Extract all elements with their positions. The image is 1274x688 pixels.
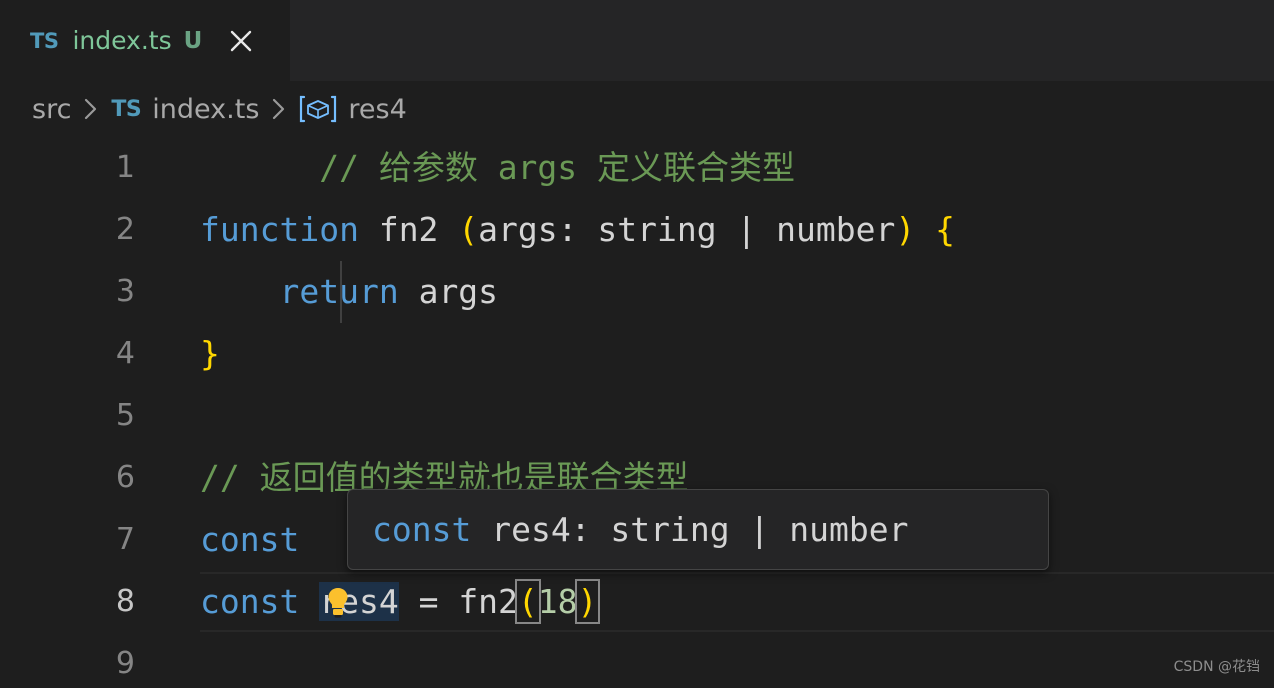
- tab-index-ts[interactable]: TS index.ts U: [0, 0, 290, 81]
- git-status-badge: U: [183, 27, 203, 54]
- code-editor[interactable]: 1 // 给参数 args 定义联合类型 2 function fn2 (arg…: [0, 137, 1274, 688]
- editor-tab-bar: TS index.ts U: [0, 0, 1274, 81]
- code-line-1[interactable]: 1 // 给参数 args 定义联合类型: [0, 137, 1274, 199]
- line-number: 2: [115, 212, 135, 247]
- tooltip-keyword: const: [372, 510, 472, 549]
- breadcrumb-item-src[interactable]: src: [32, 94, 71, 125]
- code-line-content[interactable]: function fn2 (args: string | number) {: [140, 199, 1274, 261]
- code-line-2[interactable]: 2 function fn2 (args: string | number) {: [0, 199, 1274, 261]
- open-paren-token: (: [458, 210, 479, 249]
- typescript-file-icon: TS: [111, 96, 142, 122]
- line-number: 8: [115, 584, 135, 619]
- watermark: CSDN @花铛: [1173, 659, 1260, 675]
- breadcrumb-item-res4[interactable]: res4: [299, 93, 407, 125]
- code-line-5[interactable]: 5: [0, 385, 1274, 447]
- function-call-token: fn2: [458, 582, 518, 621]
- code-line-3[interactable]: 3 return args: [0, 261, 1274, 323]
- close-icon[interactable]: [226, 26, 256, 56]
- identifier-token: args: [398, 272, 499, 311]
- keyword-token: function: [200, 210, 359, 249]
- assignment-operator: =: [398, 582, 459, 621]
- line-number: 5: [115, 398, 135, 433]
- code-line-4[interactable]: 4 }: [0, 323, 1274, 385]
- breadcrumb: src TS index.ts res4: [0, 81, 1274, 137]
- parameter-token: args: string | number: [478, 210, 896, 249]
- tooltip-type-signature: res4: string | number: [471, 510, 909, 549]
- matched-close-paren: ): [574, 579, 601, 624]
- indent-guide: [340, 261, 342, 323]
- line-number: 7: [115, 522, 135, 557]
- code-line-content[interactable]: return args: [140, 261, 1274, 323]
- breadcrumb-label-res4: res4: [348, 93, 407, 125]
- close-brace-token: }: [200, 334, 220, 373]
- number-literal-token: 18: [537, 582, 578, 621]
- variable-symbol-icon: [299, 94, 337, 124]
- hover-type-tooltip: const res4: string | number: [347, 489, 1049, 570]
- chevron-right-icon: [259, 96, 299, 122]
- breadcrumb-label-src: src: [32, 93, 72, 125]
- breadcrumb-label-index-ts: index.ts: [152, 93, 260, 125]
- line-number: 3: [115, 274, 135, 309]
- line-number: 6: [115, 460, 135, 495]
- code-line-9[interactable]: 9: [0, 633, 1274, 688]
- tab-label: index.ts: [72, 26, 172, 55]
- lightbulb-icon[interactable]: [202, 515, 348, 618]
- chevron-right-icon: [71, 96, 111, 122]
- line-number: 4: [115, 336, 135, 371]
- open-brace-token: {: [915, 210, 956, 249]
- breadcrumb-item-index-ts[interactable]: TS index.ts: [111, 94, 259, 125]
- close-paren-token: ): [895, 210, 916, 249]
- comment-token: // 给参数 args 定义联合类型: [319, 148, 796, 187]
- typescript-file-icon: TS: [30, 28, 59, 53]
- line-number: 1: [115, 150, 135, 185]
- code-line-8[interactable]: 8 const res4 = fn2(18): [0, 571, 1274, 633]
- matched-open-paren: (: [514, 579, 541, 624]
- code-line-content[interactable]: }: [140, 323, 1274, 385]
- line-number: 9: [115, 646, 135, 681]
- identifier-token: fn2: [358, 210, 459, 249]
